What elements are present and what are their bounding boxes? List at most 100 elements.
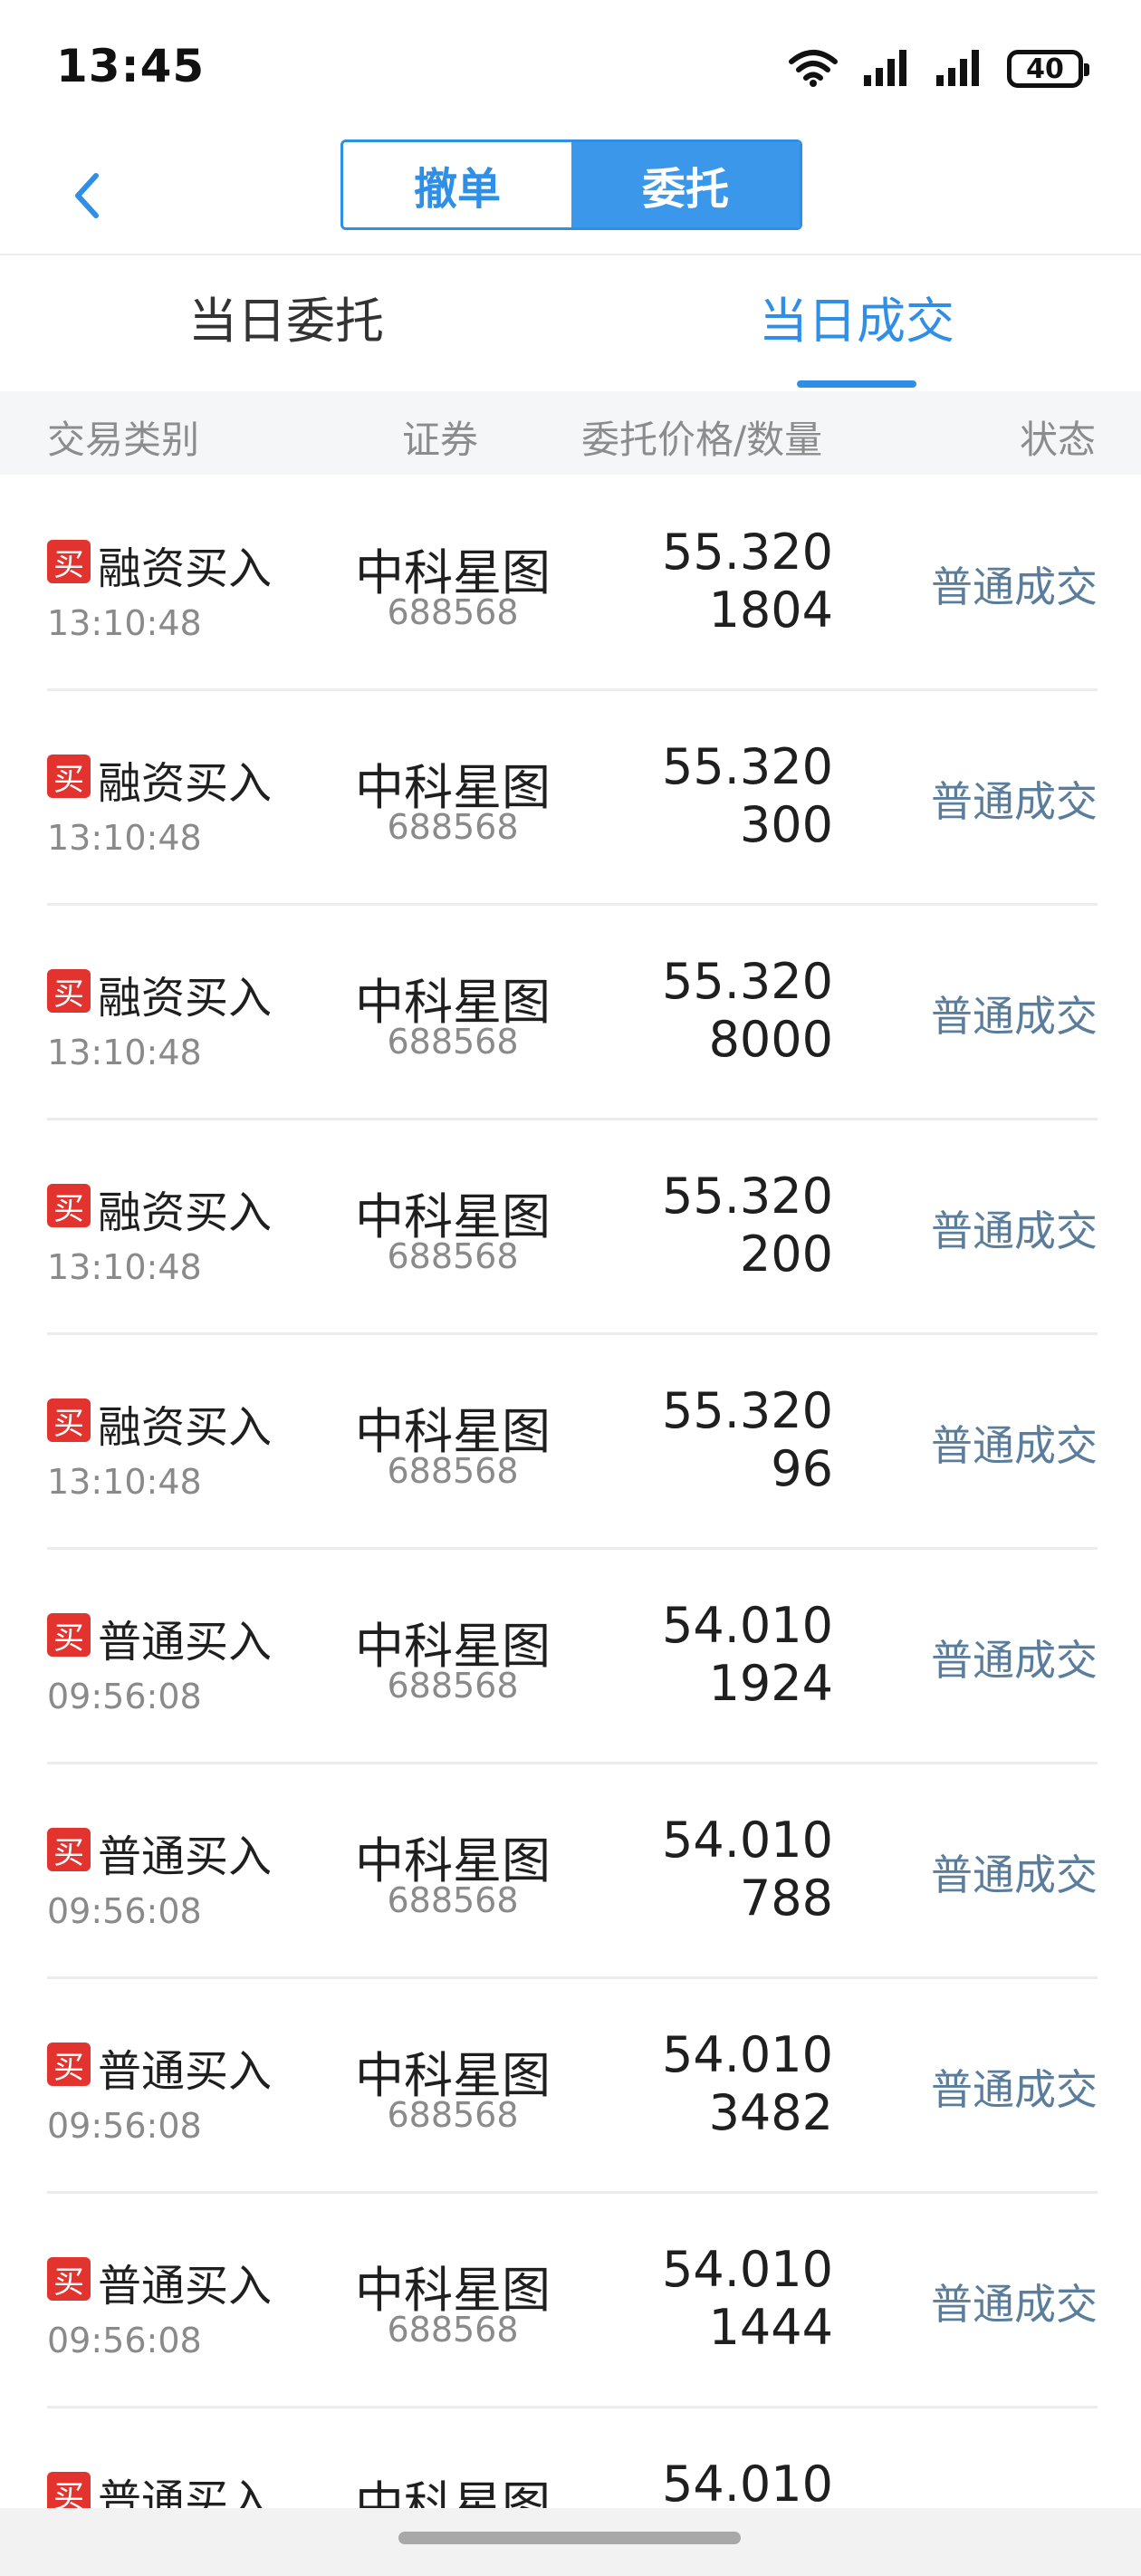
security-code: 688568 (387, 1880, 519, 1920)
table-row[interactable]: 买 普通买入 09:56:08 中科星图 688568 54.010 1444 … (47, 2194, 1098, 2408)
buy-badge: 买 (47, 2043, 91, 2086)
chevron-left-icon (75, 173, 99, 218)
trade-price: 54.010 (662, 1812, 833, 1869)
trade-status: 普通成交 (931, 1636, 1098, 1685)
status-time: 13:45 (56, 40, 206, 92)
buy-badge: 买 (47, 1828, 91, 1871)
trade-status: 普通成交 (931, 2065, 1098, 2114)
buy-badge: 买 (47, 2257, 91, 2301)
table-row[interactable]: 买 融资买入 13:10:48 中科星图 688568 55.320 8000 … (47, 906, 1098, 1120)
trade-type: 普通买入 (98, 1617, 273, 1668)
home-indicator[interactable] (398, 2532, 741, 2544)
trade-price: 54.010 (662, 2456, 833, 2508)
trade-time: 09:56:08 (47, 2106, 202, 2146)
trade-status: 普通成交 (931, 2280, 1098, 2329)
signal-icon (935, 48, 983, 90)
trade-type: 融资买入 (98, 758, 273, 809)
gesture-bar (0, 2508, 1141, 2576)
security-code: 688568 (387, 2310, 519, 2350)
trade-time: 09:56:08 (47, 1677, 202, 1716)
signal-icon (862, 48, 911, 90)
trade-status: 普通成交 (931, 1850, 1098, 1899)
trade-list: 买 融资买入 13:10:48 中科星图 688568 55.320 1804 … (0, 476, 1141, 2508)
security-code: 688568 (387, 1666, 519, 1706)
trade-status: 普通成交 (931, 777, 1098, 826)
trade-status: 普通成交 (931, 1421, 1098, 1470)
trade-time: 13:10:48 (47, 1462, 202, 1502)
trade-quantity: 8000 (708, 1011, 833, 1068)
security-code: 688568 (387, 2095, 519, 2135)
security-name: 中科星图 (355, 2476, 551, 2508)
buy-badge: 买 (47, 969, 91, 1013)
trade-quantity: 1804 (708, 582, 833, 639)
security-code: 688568 (387, 1022, 519, 1062)
trade-time: 09:56:08 (47, 1891, 202, 1931)
column-security: 证券 (402, 418, 479, 462)
segmented-control: 撤单 委托 (340, 139, 802, 230)
trade-price: 55.320 (662, 1168, 833, 1225)
trade-quantity: 1924 (708, 1655, 833, 1712)
buy-badge: 买 (47, 1613, 91, 1657)
security-code: 688568 (387, 1451, 519, 1491)
buy-badge: 买 (47, 540, 91, 583)
table-row[interactable]: 买 普通买入 09:56:08 中科星图 688568 54.010 788 普… (47, 1764, 1098, 1979)
segment-entrust[interactable]: 委托 (571, 142, 800, 227)
trade-quantity: 1444 (708, 2299, 833, 2356)
trade-price: 54.010 (662, 2026, 833, 2083)
back-button[interactable] (51, 159, 123, 232)
table-row[interactable]: 买 普通买入 09:56:08 中科星图 688568 54.010 3482 … (47, 1979, 1098, 2194)
trade-quantity: 788 (739, 1870, 833, 1927)
trade-status: 普通成交 (931, 1206, 1098, 1255)
trade-quantity: 96 (771, 1440, 833, 1497)
trade-type: 融资买入 (98, 543, 273, 594)
trade-type: 普通买入 (98, 2046, 273, 2097)
trade-time: 13:10:48 (47, 818, 202, 858)
column-header: 交易类别 证券 委托价格/数量 状态 (0, 391, 1141, 475)
trade-time: 13:10:48 (47, 1247, 202, 1287)
column-type: 交易类别 (47, 418, 200, 462)
security-code: 688568 (387, 592, 519, 632)
trade-type: 普通买入 (98, 2475, 273, 2508)
trade-time: 13:10:48 (47, 1033, 202, 1072)
trade-price: 54.010 (662, 1597, 833, 1654)
tab-today-trades[interactable]: 当日成交 (759, 281, 954, 352)
trade-price: 55.320 (662, 1382, 833, 1439)
header: 撤单 委托 (0, 136, 1141, 254)
status-icons: 40 (788, 47, 1089, 91)
trade-price: 55.320 (662, 524, 833, 581)
trade-quantity: 3482 (708, 2084, 833, 2141)
security-code: 688568 (387, 807, 519, 847)
trade-type: 融资买入 (98, 1402, 273, 1453)
table-row[interactable]: 买 融资买入 13:10:48 中科星图 688568 55.320 300 普… (47, 691, 1098, 906)
trade-price: 54.010 (662, 2241, 833, 2298)
security-code: 688568 (387, 1236, 519, 1276)
wifi-icon (788, 47, 839, 91)
battery-icon: 40 (1007, 50, 1089, 88)
tab-active-indicator (797, 380, 916, 388)
tab-today-orders[interactable]: 当日委托 (188, 281, 384, 352)
buy-badge: 买 (47, 1184, 91, 1227)
buy-badge: 买 (47, 1399, 91, 1442)
trade-type: 普通买入 (98, 2261, 273, 2312)
buy-badge: 买 (47, 755, 91, 798)
trade-quantity: 200 (739, 1226, 833, 1283)
table-row[interactable]: 买 普通买入 09:56:08 中科星图 688568 54.010 1924 … (47, 1550, 1098, 1764)
trade-type: 融资买入 (98, 973, 273, 1024)
table-row[interactable]: 买 融资买入 13:10:48 中科星图 688568 55.320 1804 … (47, 476, 1098, 691)
trade-status: 普通成交 (931, 992, 1098, 1041)
buy-badge: 买 (47, 2472, 91, 2508)
tabs: 当日委托 当日成交 (0, 255, 1141, 391)
table-row[interactable]: 买 普通买入 中科星图 54.010 (47, 2408, 1098, 2508)
trade-time: 09:56:08 (47, 2321, 202, 2360)
trade-price: 55.320 (662, 738, 833, 795)
trade-type: 普通买入 (98, 1831, 273, 1882)
trade-type: 融资买入 (98, 1187, 273, 1238)
segment-cancel-order[interactable]: 撤单 (343, 142, 571, 227)
column-status: 状态 (1019, 418, 1096, 462)
battery-level: 40 (1026, 53, 1064, 85)
table-row[interactable]: 买 融资买入 13:10:48 中科星图 688568 55.320 200 普… (47, 1120, 1098, 1335)
column-price-qty: 委托价格/数量 (581, 418, 823, 462)
trade-quantity: 300 (739, 796, 833, 853)
trade-time: 13:10:48 (47, 603, 202, 643)
table-row[interactable]: 买 融资买入 13:10:48 中科星图 688568 55.320 96 普通… (47, 1335, 1098, 1550)
